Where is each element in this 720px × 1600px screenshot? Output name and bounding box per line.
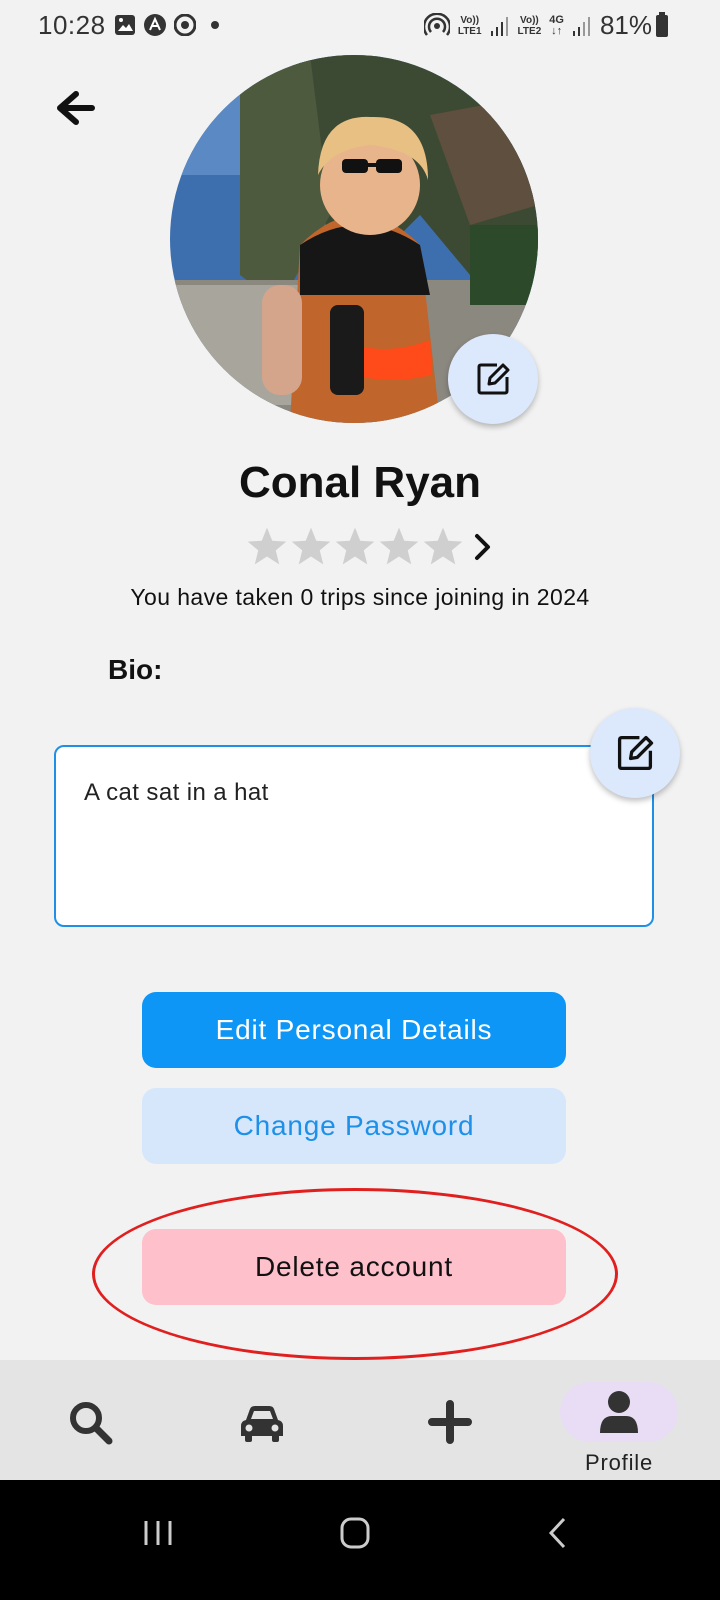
dot-icon [211,21,219,29]
user-name: Conal Ryan [238,458,482,507]
volte-lte1-icon: Vo)) LTE1 [457,14,482,37]
star-icon [291,527,331,565]
nav-search[interactable] [60,1360,120,1480]
bio-field[interactable]: A cat sat in a hat [54,745,654,927]
status-left-icons [114,14,226,36]
recent-apps-icon[interactable] [128,1508,188,1558]
edit-avatar-button[interactable] [448,334,538,424]
lte1-label: LTE1 [457,25,482,37]
home-icon[interactable] [325,1508,385,1558]
battery-percent: 81% [599,10,652,40]
system-navigation-bar [0,1480,720,1600]
change-password-button[interactable]: Change Password [142,1088,566,1164]
chrome-icon [174,14,196,36]
4g-label: 4G [549,13,564,26]
nav-profile-active-indicator [560,1382,678,1442]
volte-lte2-icon: Vo)) LTE2 [517,14,542,37]
image-icon [115,15,135,35]
hotspot-icon [423,12,450,36]
star-icon [379,527,419,565]
search-icon [70,1402,113,1445]
bio-text: A cat sat in a hat [84,779,269,806]
status-bar: 10:28 Vo)) LTE1 Vo)) LTE2 4G ↓↑ 81% [0,0,720,52]
nav-rides[interactable] [232,1360,292,1480]
person-icon [600,1391,638,1433]
back-arrow-icon[interactable] [48,82,104,138]
4g-icon: 4G ↓↑ [549,13,564,37]
status-right: Vo)) LTE1 Vo)) LTE2 4G ↓↑ 81% [423,10,670,41]
star-icon [335,527,375,565]
delete-account-button[interactable]: Delete account [142,1229,566,1305]
battery-icon [656,12,668,37]
plus-icon [428,1400,472,1444]
star-icon [247,527,287,565]
star-icon [423,527,463,565]
nav-profile-label: Profile [585,1450,653,1475]
bio-label: Bio: [108,654,163,685]
system-back-icon[interactable] [528,1508,588,1558]
signal-icon [572,16,590,36]
nav-add[interactable] [420,1360,480,1480]
app-icon [144,14,166,36]
nav-profile[interactable]: Profile [560,1360,678,1480]
bottom-navigation: Profile [0,1360,720,1480]
edit-personal-details-button[interactable]: Edit Personal Details [142,992,566,1068]
rating-stars [246,525,464,567]
trips-summary: You have taken 0 trips since joining in … [130,584,590,610]
edit-icon [477,363,510,395]
chevron-right-icon[interactable] [466,530,498,564]
lte2-label: LTE2 [517,25,542,37]
edit-icon [617,735,654,771]
signal-icon [490,16,508,36]
car-icon [241,1406,283,1442]
status-time: 10:28 [38,10,106,40]
edit-bio-button[interactable] [590,708,680,798]
